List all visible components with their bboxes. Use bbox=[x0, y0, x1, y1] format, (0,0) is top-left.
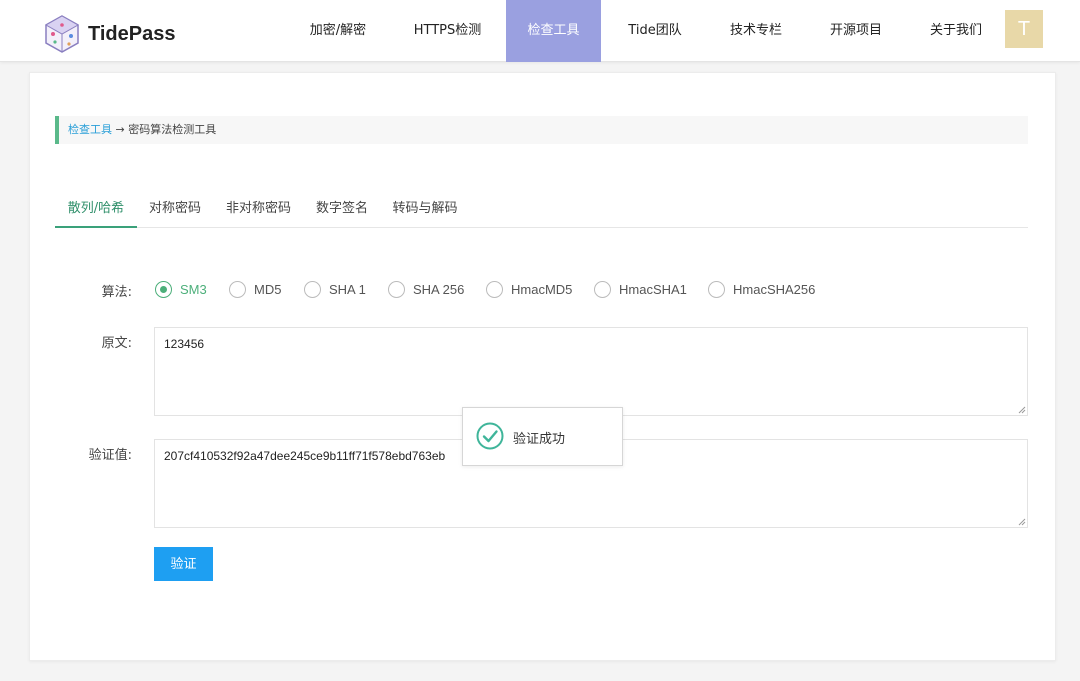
verify-value-label: 验证值: bbox=[88, 448, 132, 463]
nav-item-tech-column[interactable]: 技术专栏 bbox=[718, 0, 794, 62]
breadcrumb: 检查工具 → 密码算法检测工具 bbox=[55, 116, 1028, 144]
radio-sha1[interactable]: SHA 1 bbox=[304, 280, 366, 298]
verify-value: 207cf410532f92a47dee245ce9b11ff71f578ebd… bbox=[164, 449, 446, 463]
radio-hmacmd5[interactable]: HmacMD5 bbox=[486, 280, 572, 298]
success-check-icon bbox=[476, 422, 504, 450]
breadcrumb-link-check-tools[interactable]: 检查工具 bbox=[68, 123, 112, 136]
radio-circle[interactable] bbox=[304, 280, 321, 298]
algorithm-label: 算法: bbox=[101, 285, 132, 300]
tab-encode-decode[interactable]: 转码与解码 bbox=[391, 192, 459, 228]
radio-label: MD5 bbox=[254, 281, 282, 297]
radio-label: HmacSHA256 bbox=[733, 281, 816, 297]
plaintext-value: 123456 bbox=[164, 337, 205, 351]
tidepass-logo-icon[interactable] bbox=[44, 14, 80, 54]
radio-circle[interactable] bbox=[155, 280, 172, 298]
radio-label: SM3 bbox=[180, 281, 207, 297]
plaintext-textarea[interactable]: 123456 bbox=[154, 327, 1028, 416]
nav-item-open-source[interactable]: 开源项目 bbox=[818, 0, 894, 62]
radio-md5[interactable]: MD5 bbox=[229, 280, 281, 298]
radio-hmacsha1[interactable]: HmacSHA1 bbox=[594, 280, 687, 298]
breadcrumb-current: 密码算法检测工具 bbox=[128, 123, 217, 136]
tab-symmetric[interactable]: 对称密码 bbox=[145, 192, 205, 228]
verify-button[interactable]: 验证 bbox=[154, 547, 213, 581]
user-avatar[interactable]: T bbox=[1005, 10, 1043, 48]
nav-item-check-tools[interactable]: 检查工具 bbox=[506, 0, 601, 62]
radio-circle[interactable] bbox=[708, 280, 725, 298]
breadcrumb-separator: → bbox=[112, 123, 129, 136]
resize-handle-icon[interactable] bbox=[1018, 518, 1026, 526]
radio-label: SHA 256 bbox=[413, 281, 465, 297]
tab-digital-signature[interactable]: 数字签名 bbox=[313, 192, 371, 228]
nav-item-tide-team[interactable]: Tide团队 bbox=[612, 0, 698, 62]
radio-sm3[interactable]: SM3 bbox=[155, 280, 207, 298]
nav-item-encrypt-decrypt[interactable]: 加密/解密 bbox=[296, 0, 380, 62]
resize-handle-icon[interactable] bbox=[1018, 406, 1026, 414]
radio-label: HmacMD5 bbox=[511, 281, 573, 297]
tool-tabs: 散列/哈希 对称密码 非对称密码 数字签名 转码与解码 bbox=[55, 192, 1028, 228]
radio-label: SHA 1 bbox=[329, 281, 366, 297]
toast-message: 验证成功 bbox=[513, 432, 566, 447]
nav-item-about-us[interactable]: 关于我们 bbox=[918, 0, 994, 62]
radio-circle[interactable] bbox=[594, 280, 611, 298]
success-toast: 验证成功 bbox=[462, 407, 623, 466]
radio-circle[interactable] bbox=[486, 280, 503, 298]
radio-hmacsha256[interactable]: HmacSHA256 bbox=[708, 280, 815, 298]
plaintext-label: 原文: bbox=[101, 336, 132, 351]
tab-hash[interactable]: 散列/哈希 bbox=[55, 192, 137, 228]
radio-label: HmacSHA1 bbox=[619, 281, 687, 297]
radio-circle[interactable] bbox=[388, 280, 405, 298]
radio-circle[interactable] bbox=[229, 280, 246, 298]
tab-asymmetric[interactable]: 非对称密码 bbox=[225, 192, 292, 228]
radio-sha256[interactable]: SHA 256 bbox=[388, 280, 464, 298]
nav-item-https-check[interactable]: HTTPS检测 bbox=[400, 0, 495, 62]
top-header: TidePass 加密/解密 HTTPS检测 检查工具 Tide团队 技术专栏 … bbox=[0, 0, 1080, 62]
brand-name[interactable]: TidePass bbox=[88, 23, 175, 46]
